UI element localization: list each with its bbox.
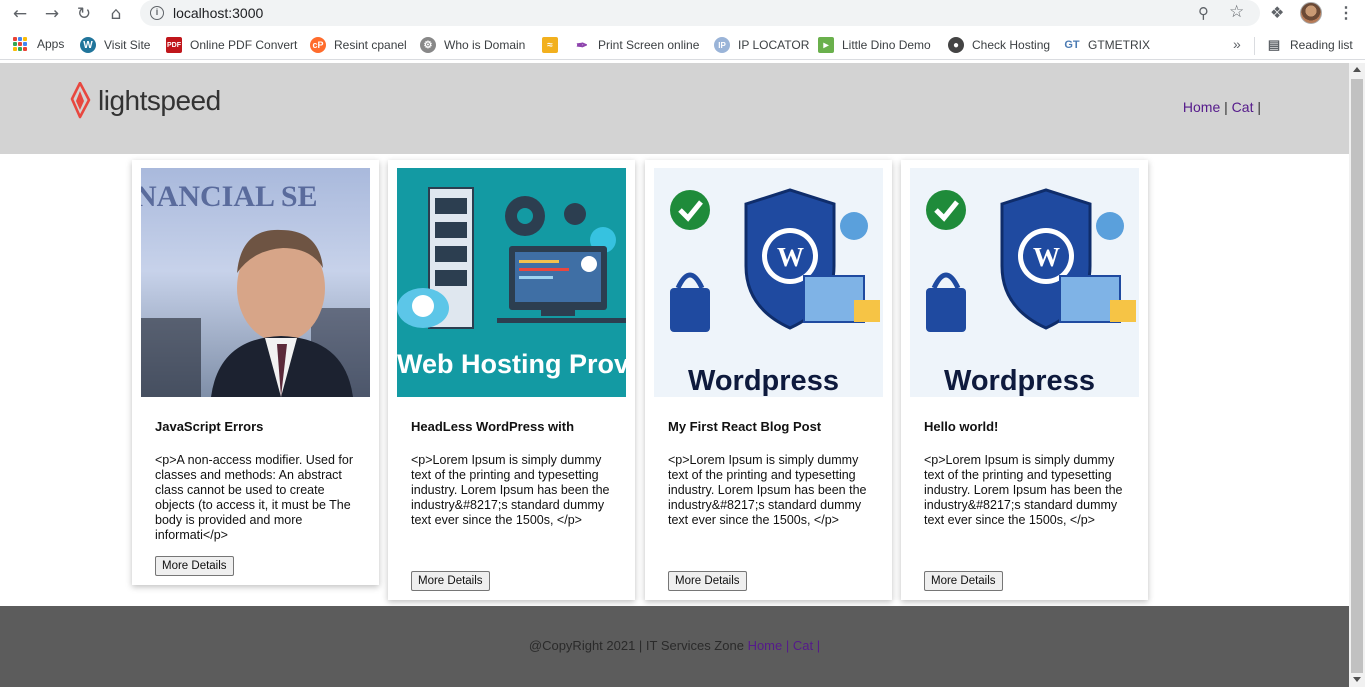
post-title[interactable]: HeadLess WordPress with	[411, 419, 616, 434]
url-text[interactable]: localhost:3000	[173, 5, 263, 21]
bookmark-cpanel[interactable]: cP Resint cpanel	[310, 37, 407, 53]
flame-logo-icon	[70, 82, 91, 119]
post-excerpt: <p>A non-access modifier. Used for class…	[155, 453, 354, 542]
reading-list-icon: ▤	[1267, 37, 1281, 52]
nav-link-cat[interactable]: Cat	[1232, 99, 1254, 115]
bookmark-gtmetrix[interactable]: GT GTMETRIX	[1064, 37, 1150, 53]
post-card: NANCIAL SE JavaScript Errors <p>A non-ac…	[132, 160, 379, 585]
footer-copyright: @CopyRight 2021 | IT Services Zone Home …	[0, 638, 1349, 653]
svg-text:NANCIAL SE: NANCIAL SE	[141, 180, 318, 213]
globe-icon: ●	[948, 37, 964, 53]
extensions-puzzle-icon[interactable]: ❖	[1270, 3, 1284, 22]
post-thumbnail-wordpress[interactable]: W Wordpress	[654, 168, 883, 397]
dino-icon: ▸	[818, 37, 834, 53]
post-grid: NANCIAL SE JavaScript Errors <p>A non-ac…	[132, 160, 1149, 603]
feather-icon: ✒	[576, 36, 588, 53]
post-title[interactable]: My First React Blog Post	[668, 419, 873, 434]
apps-grid-icon	[13, 37, 27, 51]
cpanel-icon: cP	[310, 37, 326, 53]
logo-wordmark: lightspeed	[98, 84, 221, 116]
footer-separator: |	[813, 638, 821, 653]
bookmark-pdf-convert[interactable]: PDF Online PDF Convert	[166, 37, 297, 53]
nav-link-home[interactable]: Home	[1183, 99, 1220, 115]
bookmarks-bar: Apps W Visit Site PDF Online PDF Convert…	[0, 30, 1365, 60]
site-footer: @CopyRight 2021 | IT Services Zone Home …	[0, 606, 1349, 687]
profile-avatar[interactable]	[1300, 2, 1322, 24]
address-bar[interactable]: i localhost:3000 ⚲ ☆	[140, 0, 1260, 26]
more-details-button[interactable]: More Details	[668, 571, 747, 591]
nav-separator: |	[1253, 99, 1261, 115]
ip-icon: IP	[714, 37, 730, 53]
more-bookmarks-chevron-icon[interactable]: »	[1233, 36, 1241, 52]
header-nav: Home | Cat |	[1183, 99, 1261, 115]
zoom-icon[interactable]: ⚲	[1198, 4, 1209, 22]
bookmark-check-hosting[interactable]: ● Check Hosting	[948, 37, 1050, 53]
post-title[interactable]: Hello world!	[924, 419, 1129, 434]
page-scrollbar[interactable]	[1349, 63, 1365, 687]
wordpress-icon: W	[80, 37, 96, 53]
forward-arrow-icon[interactable]: →	[42, 4, 62, 24]
more-details-button[interactable]: More Details	[924, 571, 1003, 591]
bookmark-ip-locator[interactable]: IP IP LOCATOR	[714, 37, 809, 53]
post-thumbnail-person-photo[interactable]: NANCIAL SE	[141, 168, 370, 397]
more-details-button[interactable]: More Details	[155, 556, 234, 576]
bookmark-tools[interactable]: ≈	[542, 37, 566, 53]
svg-text:W: W	[1033, 242, 1060, 272]
page-viewport: lightspeed Home | Cat | NANCIAL SE JavaS…	[0, 63, 1349, 687]
gear-icon: ⚙	[420, 37, 436, 53]
footer-separator: |	[782, 638, 793, 653]
bookmarks-divider	[1254, 37, 1255, 55]
site-logo[interactable]: lightspeed	[68, 82, 221, 119]
browser-menu-icon[interactable]: ⋮	[1338, 3, 1354, 23]
bookmark-apps[interactable]: Apps	[13, 37, 64, 51]
bookmark-print-screen[interactable]: ✒ Print Screen online	[574, 37, 699, 53]
post-card: W Wordpress Hello world! <p>Lorem Ipsum …	[901, 160, 1148, 600]
browser-toolbar: ← → ↻ ⌂ i localhost:3000 ⚲ ☆ ❖ ⋮	[0, 0, 1365, 27]
post-title[interactable]: JavaScript Errors	[155, 419, 360, 434]
nav-separator: |	[1220, 99, 1232, 115]
footer-link-cat[interactable]: Cat	[793, 638, 813, 653]
back-arrow-icon[interactable]: ←	[10, 4, 30, 24]
scroll-up-arrow-icon[interactable]	[1353, 67, 1361, 72]
copyright-text: @CopyRight 2021 | IT Services Zone	[528, 638, 748, 653]
site-header: lightspeed Home | Cat |	[0, 63, 1349, 154]
post-excerpt: <p>Lorem Ipsum is simply dummy text of t…	[411, 453, 610, 527]
bookmark-whois[interactable]: ⚙ Who is Domain	[420, 37, 525, 53]
image-caption: Web Hosting Prov	[397, 349, 626, 379]
post-card: W Wordpress My First React Blog Post <p>…	[645, 160, 892, 600]
bookmark-little-dino[interactable]: ▸ Little Dino Demo	[818, 37, 931, 53]
bookmark-star-icon[interactable]: ☆	[1229, 2, 1244, 22]
site-info-icon[interactable]: i	[150, 6, 164, 20]
image-caption: Wordpress	[688, 365, 839, 397]
pdf-icon: PDF	[166, 37, 182, 53]
post-thumbnail-wordpress[interactable]: W Wordpress	[910, 168, 1139, 397]
tools-icon: ≈	[542, 37, 558, 53]
svg-text:W: W	[777, 242, 804, 272]
post-card: Web Hosting Prov HeadLess WordPress with…	[388, 160, 635, 600]
scroll-down-arrow-icon[interactable]	[1353, 677, 1361, 682]
reload-icon[interactable]: ↻	[74, 4, 94, 24]
bookmark-visit-site[interactable]: W Visit Site	[80, 37, 150, 53]
post-thumbnail-web-hosting[interactable]: Web Hosting Prov	[397, 168, 626, 397]
post-excerpt: <p>Lorem Ipsum is simply dummy text of t…	[924, 453, 1123, 527]
more-details-button[interactable]: More Details	[411, 571, 490, 591]
scrollbar-thumb[interactable]	[1351, 79, 1363, 673]
footer-link-home[interactable]: Home	[748, 638, 783, 653]
image-caption: Wordpress	[944, 365, 1095, 397]
reading-list-button[interactable]: ▤ Reading list	[1266, 37, 1353, 53]
post-excerpt: <p>Lorem Ipsum is simply dummy text of t…	[668, 453, 867, 527]
home-icon[interactable]: ⌂	[106, 4, 126, 24]
gtmetrix-icon: GT	[1064, 39, 1080, 51]
